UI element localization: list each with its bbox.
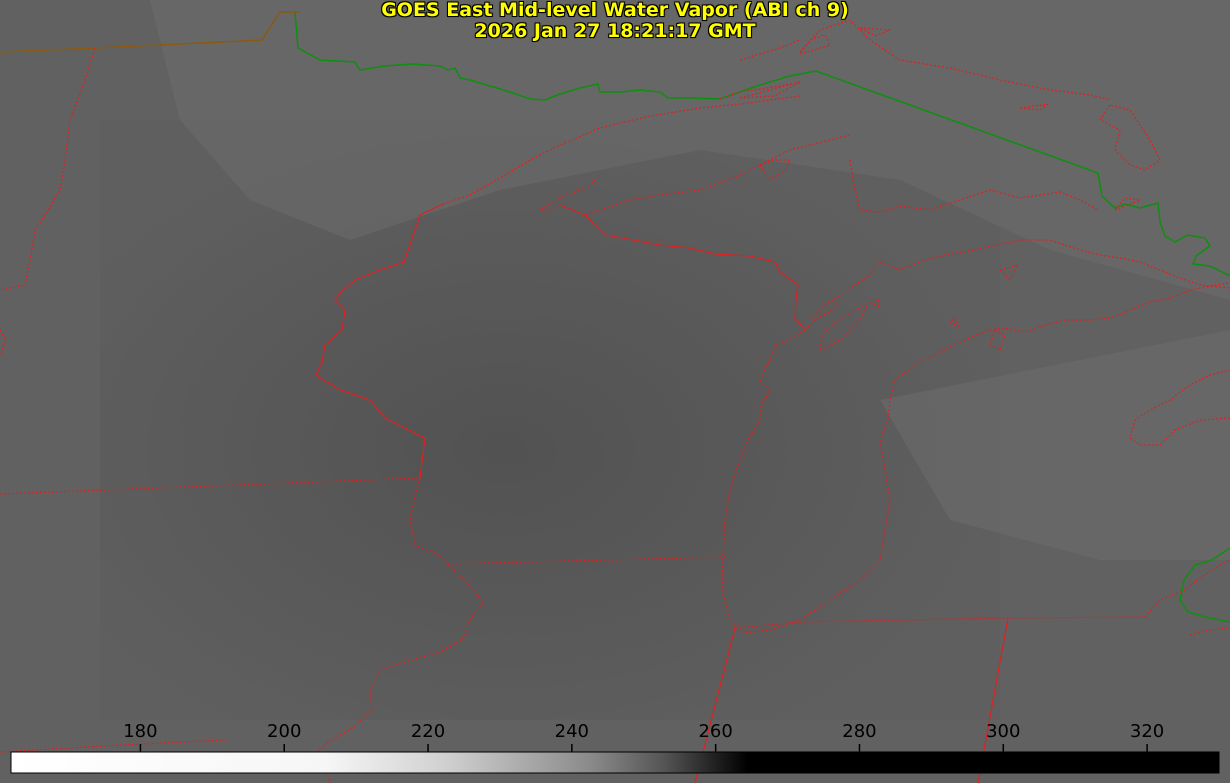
colorbar-tick-label: 200 [267,721,302,742]
colorbar-gradient [10,751,1220,774]
colorbar-tick-label: 220 [410,721,446,742]
colorbar-tick-label: 240 [554,721,590,742]
colorbar-tick-label: 300 [986,721,1021,742]
colorbar-tick-label: 180 [123,721,158,742]
colorbar-tick-label: 260 [698,721,733,742]
map-title: GOES East Mid-level Water Vapor (ABI ch … [381,0,849,21]
satellite-map [0,0,1230,783]
colorbar-tick-label: 280 [842,721,877,742]
map-timestamp: 2026 Jan 27 18:21:17 GMT [474,20,756,42]
colorbar-tick-label: 320 [1129,721,1165,742]
